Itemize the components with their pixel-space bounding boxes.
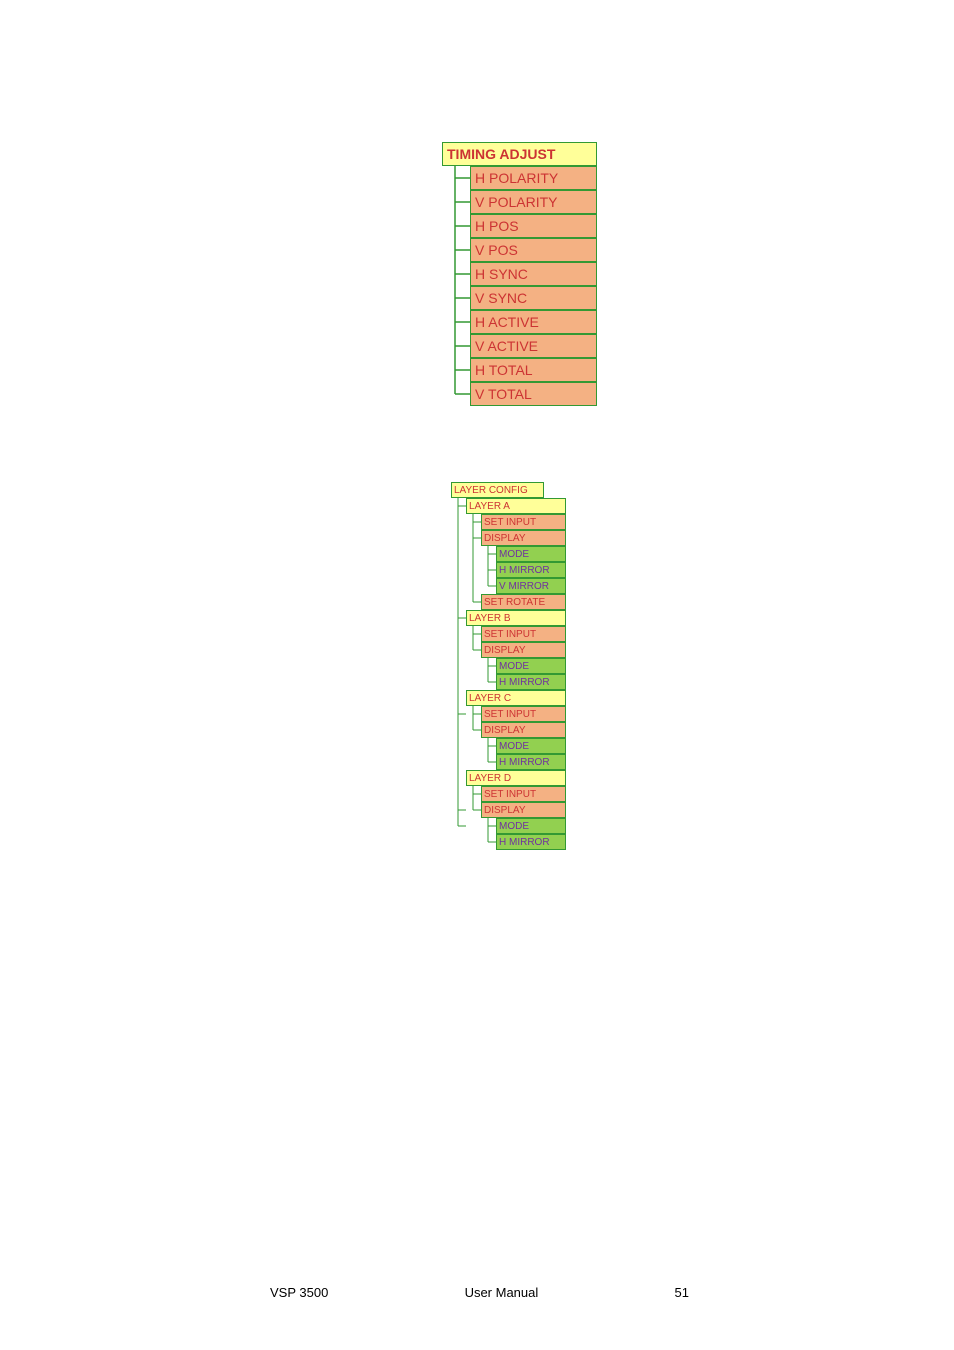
tree-connector <box>481 738 496 770</box>
timing-item: V ACTIVE <box>470 334 597 358</box>
layer-child: SET INPUT <box>481 514 566 530</box>
layer-child: DISPLAY <box>481 722 566 738</box>
layer-child: DISPLAY <box>481 642 566 658</box>
tree-connector <box>451 498 466 918</box>
timing-adjust-title: TIMING ADJUST <box>442 142 597 166</box>
tree-connector <box>466 626 481 706</box>
layer-child: DISPLAY <box>481 802 566 818</box>
tree-connector <box>442 166 470 408</box>
layer-leaf: MODE <box>496 818 566 834</box>
tree-connector <box>481 658 496 690</box>
layer-node: LAYER A <box>466 498 566 514</box>
tree-connector <box>466 514 481 618</box>
tree-connector <box>466 786 481 866</box>
layer-node: LAYER D <box>466 770 566 786</box>
layer-leaf: H MIRROR <box>496 834 566 850</box>
layer-leaf: H MIRROR <box>496 674 566 690</box>
page-footer: VSP 3500 User Manual 51 <box>0 1285 954 1300</box>
timing-adjust-tree: TIMING ADJUST <box>442 142 954 406</box>
layer-leaf: MODE <box>496 658 566 674</box>
tree-connector <box>481 818 496 850</box>
layer-child: SET INPUT <box>481 786 566 802</box>
layer-node: LAYER B <box>466 610 566 626</box>
tree-connector <box>466 706 481 786</box>
layer-child: SET INPUT <box>481 706 566 722</box>
layer-child: SET INPUT <box>481 626 566 642</box>
layer-leaf: V MIRROR <box>496 578 566 594</box>
layer-leaf: MODE <box>496 546 566 562</box>
layer-config-title: LAYER CONFIG <box>451 482 544 498</box>
footer-doc: User Manual <box>465 1285 539 1300</box>
timing-item: V TOTAL <box>470 382 597 406</box>
timing-item: V POLARITY <box>470 190 597 214</box>
timing-item: H POS <box>470 214 597 238</box>
footer-product: VSP 3500 <box>270 1285 328 1300</box>
layer-config-tree: LAYER CONFIG LAYER A <box>451 482 954 850</box>
timing-item: V SYNC <box>470 286 597 310</box>
footer-page: 51 <box>675 1285 689 1300</box>
layer-child: DISPLAY <box>481 530 566 546</box>
timing-item: H POLARITY <box>470 166 597 190</box>
layer-child: SET ROTATE <box>481 594 566 610</box>
layer-leaf: H MIRROR <box>496 562 566 578</box>
timing-item: H TOTAL <box>470 358 597 382</box>
layer-node: LAYER C <box>466 690 566 706</box>
timing-item: H ACTIVE <box>470 310 597 334</box>
timing-item: H SYNC <box>470 262 597 286</box>
layer-leaf: MODE <box>496 738 566 754</box>
layer-leaf: H MIRROR <box>496 754 566 770</box>
tree-connector <box>481 546 496 594</box>
timing-item: V POS <box>470 238 597 262</box>
